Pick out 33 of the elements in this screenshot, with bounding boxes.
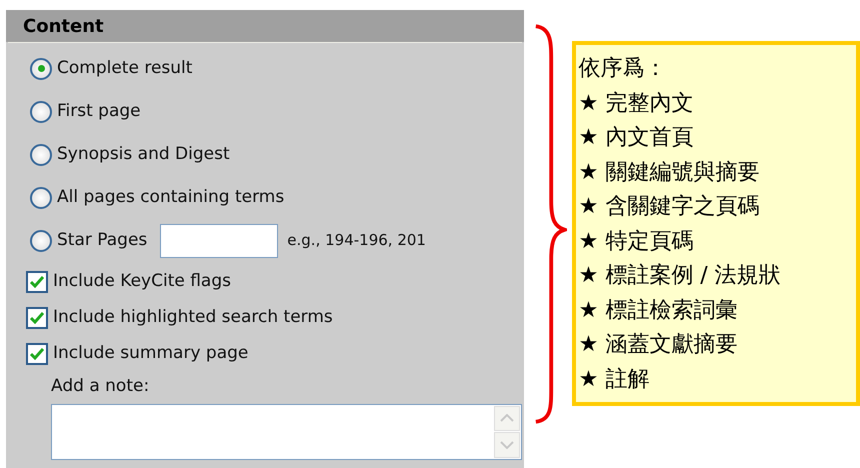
callout-item: ★ 關鍵編號與摘要 [578, 158, 760, 186]
checkmark-icon [30, 276, 44, 288]
callout-item: ★ 特定頁碼 [578, 228, 694, 256]
checkbox[interactable] [26, 343, 48, 365]
radio-button[interactable] [30, 230, 52, 252]
option-label: Star Pages [57, 228, 148, 252]
option-label: First page [57, 100, 141, 123]
option-label: Complete result [57, 56, 192, 80]
option-label: Synopsis and Digest [57, 142, 230, 166]
callout-item: ★ 完整內文 [578, 90, 694, 118]
callout-item: ★ 內文首頁 [578, 124, 694, 152]
checkbox-label: Include highlighted search terms [53, 306, 333, 330]
callout-item: ★ 含關鍵字之頁碼 [578, 193, 760, 221]
callout-title: 依序爲： [578, 55, 668, 83]
radio-button[interactable] [30, 186, 52, 208]
option-label: All pages containing terms [57, 186, 284, 209]
radio-button[interactable] [30, 58, 52, 80]
radio-button[interactable] [30, 100, 52, 122]
checkbox-label: Include summary page [53, 342, 248, 366]
pages-hint: e.g., 194-196, 201 [287, 230, 426, 252]
callout-item: ★ 標註案例 / 法規狀 [578, 262, 782, 290]
checkbox[interactable] [26, 271, 48, 293]
checkmark-icon [30, 312, 44, 324]
callout-item: ★ 註解 [578, 366, 650, 394]
callout-item: ★ 涵蓋文獻摘要 [578, 331, 738, 359]
radio-button[interactable] [30, 144, 52, 166]
note-label: Add a note: [51, 375, 150, 398]
pages-field[interactable] [160, 224, 278, 258]
callout-item: ★ 標註檢索詞彙 [578, 296, 738, 324]
checkbox-label: Include KeyCite flags [53, 270, 232, 294]
panel-title: Content [23, 14, 104, 38]
checkbox[interactable] [26, 307, 48, 329]
checkmark-icon [30, 348, 44, 360]
